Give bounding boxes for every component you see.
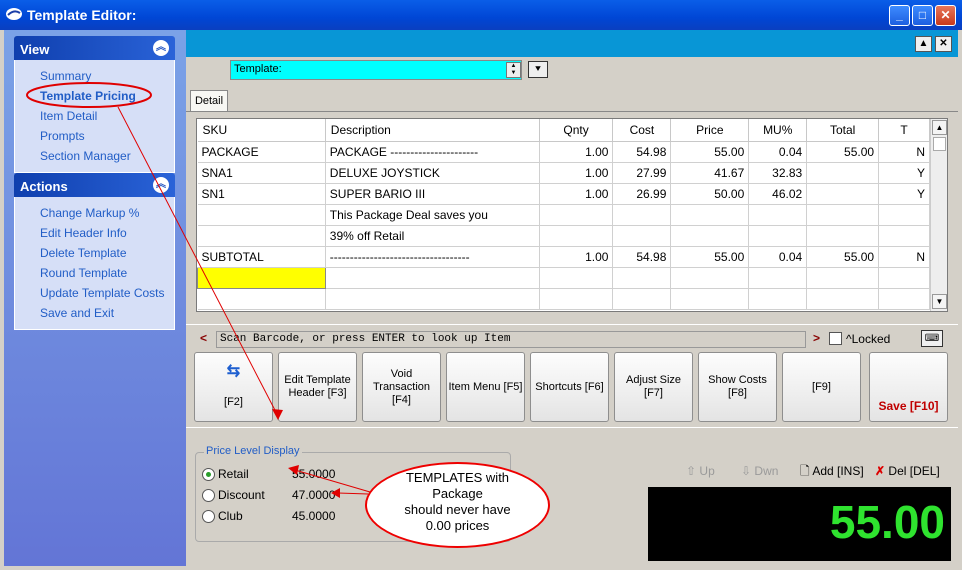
annotation-line-3 [337,492,369,495]
arrowhead-icon [331,488,340,498]
arrowhead-icon [288,465,299,475]
template-editor-window: Template Editor: _ □ ✕ View ︽ Summary Tem… [0,0,962,570]
arrowhead-icon [272,409,283,420]
highlight-ellipse [26,82,152,108]
annotation-line-2 [294,469,371,493]
annotation-line-1 [117,106,279,417]
annotation-overlay [26,82,371,498]
